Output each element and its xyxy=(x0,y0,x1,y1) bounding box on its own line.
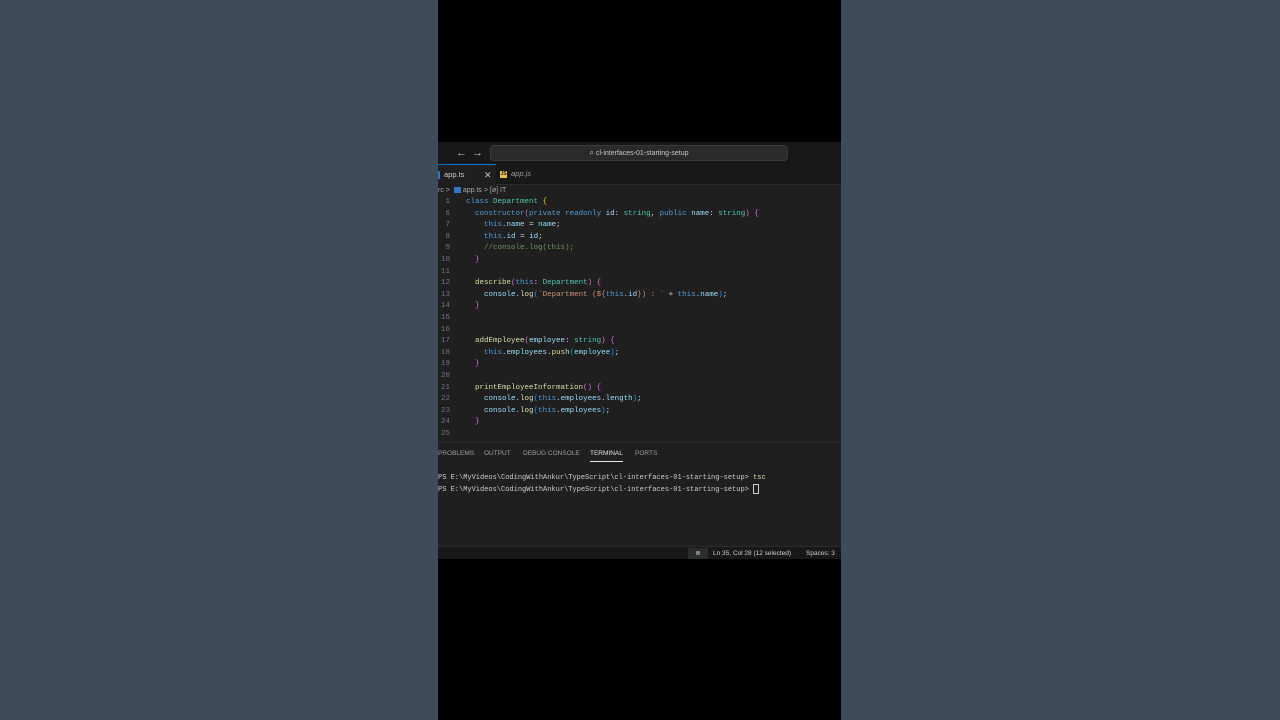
code-line[interactable]: 12 describe(this: Department) { xyxy=(438,278,841,290)
code-text: } xyxy=(475,302,480,311)
tab-app-js[interactable]: JS app.js xyxy=(500,164,568,184)
code-text: constructor(private readonly id: string,… xyxy=(475,209,759,218)
line-number: 19 xyxy=(440,360,450,369)
tab-terminal[interactable]: TERMINAL xyxy=(590,447,623,462)
code-line[interactable]: 14 } xyxy=(438,301,841,313)
zoom-icon[interactable]: ⊕ xyxy=(688,548,708,559)
code-line[interactable]: 19 } xyxy=(438,359,841,371)
line-number: 6 xyxy=(445,209,450,218)
code-line[interactable]: 6 constructor(private readonly id: strin… xyxy=(438,209,841,221)
tab-label: app.js xyxy=(511,169,532,178)
line-number: 8 xyxy=(445,232,450,241)
tab-ports[interactable]: PORTS xyxy=(635,447,657,461)
code-editor[interactable]: 1 class Department { 6 constructor(private… xyxy=(438,197,841,442)
code-line[interactable]: 20 xyxy=(438,371,841,383)
back-arrow-icon[interactable]: ← xyxy=(456,145,467,161)
javascript-file-icon: JS xyxy=(500,170,507,178)
terminal-prompt: PS E:\MyVideos\CodingWithAnkur\TypeScrip… xyxy=(438,474,754,482)
line-number: 15 xyxy=(440,314,450,322)
line-number: 14 xyxy=(440,302,450,311)
search-icon: ⌕ xyxy=(589,148,594,157)
line-number: 23 xyxy=(440,406,450,415)
line-number: 20 xyxy=(440,372,450,380)
terminal-prompt: PS E:\MyVideos\CodingWithAnkur\TypeScrip… xyxy=(438,485,754,494)
tab-app-ts[interactable]: app.ts ✕ xyxy=(438,164,496,185)
code-text: this.id = id; xyxy=(484,232,543,241)
code-text: class Department { xyxy=(466,198,548,206)
code-line[interactable]: 9 //console.log(this); xyxy=(438,243,841,255)
tab-problems[interactable]: PROBLEMS xyxy=(438,447,474,461)
line-number: 13 xyxy=(440,290,450,299)
terminal-output[interactable]: PS E:\MyVideos\CodingWithAnkur\TypeScrip… xyxy=(438,473,766,496)
line-number: 12 xyxy=(440,279,450,288)
code-line[interactable]: 21 printEmployeeInformation() { xyxy=(438,383,841,395)
vscode-window: ← → ⌕ cl-interfaces-01-starting-setup app… xyxy=(438,142,841,559)
line-number: 21 xyxy=(440,383,450,392)
breadcrumb-separator: > xyxy=(483,187,488,194)
code-line[interactable]: 23 console.log(this.employees); xyxy=(438,406,841,418)
line-number: 25 xyxy=(440,430,450,438)
command-center-label: cl-interfaces-01-starting-setup xyxy=(595,150,689,157)
status-bar: ⊕ Ln 35, Col 28 (12 selected) Spaces: 3 xyxy=(438,546,841,559)
code-line[interactable]: 22 console.log(this.employees.length); xyxy=(438,394,841,406)
code-text: console.log(this.employees.length); xyxy=(484,395,642,404)
close-icon[interactable]: ✕ xyxy=(484,165,492,185)
line-number: 1 xyxy=(445,198,450,206)
breadcrumb: rc > app.ts > [ø] IT xyxy=(438,185,841,197)
code-line[interactable]: 8 this.id = id; xyxy=(438,232,841,244)
tab-output[interactable]: OUTPUT xyxy=(484,447,511,461)
indentation-setting[interactable]: Spaces: 3 xyxy=(806,547,835,559)
code-text: } xyxy=(475,256,480,264)
code-line[interactable]: 17 addEmployee(employee: string) { xyxy=(438,336,841,348)
terminal-command: tsc xyxy=(753,474,766,482)
code-text: //console.log(this); xyxy=(484,244,575,253)
video-frame: ← → ⌕ cl-interfaces-01-starting-setup app… xyxy=(438,0,841,720)
code-line[interactable]: 25 xyxy=(438,429,841,441)
code-line[interactable]: 18 this.employees.push(employee); xyxy=(438,348,841,360)
code-line[interactable]: 1 class Department { xyxy=(438,197,841,209)
breadcrumb-file[interactable]: app.ts xyxy=(463,187,482,194)
tab-label: app.ts xyxy=(444,170,465,179)
line-number: 22 xyxy=(440,395,450,404)
editor-tabs: app.ts ✕ JS app.js xyxy=(438,164,841,185)
code-text: } xyxy=(475,418,480,427)
breadcrumb-folder[interactable]: rc xyxy=(438,187,444,194)
code-text: this.employees.push(employee); xyxy=(484,348,620,357)
typescript-file-icon xyxy=(438,171,440,179)
code-text: } xyxy=(475,360,480,369)
right-backdrop xyxy=(841,0,1280,720)
line-number: 11 xyxy=(440,267,450,276)
code-line[interactable]: 7 this.name = name; xyxy=(438,220,841,232)
line-number: 18 xyxy=(440,348,450,357)
title-bar: ← → ⌕ cl-interfaces-01-starting-setup xyxy=(438,142,841,164)
typescript-file-icon xyxy=(453,187,461,194)
tab-debug-console[interactable]: DEBUG CONSOLE xyxy=(523,447,580,461)
code-line[interactable]: 10 } xyxy=(438,255,841,267)
code-line[interactable]: 11 xyxy=(438,267,841,279)
code-line[interactable]: 24 } xyxy=(438,417,841,429)
code-text: describe(this: Department) { xyxy=(475,279,602,288)
breadcrumb-separator: > xyxy=(445,187,450,194)
line-number: 16 xyxy=(440,325,450,334)
code-text: printEmployeeInformation() { xyxy=(475,383,602,392)
code-text: addEmployee(employee: string) { xyxy=(475,337,615,346)
cursor-position[interactable]: Ln 35, Col 28 (12 selected) xyxy=(713,547,791,559)
line-number: 17 xyxy=(440,337,450,346)
code-line[interactable]: 16 xyxy=(438,325,841,337)
bottom-panel: PROBLEMS OUTPUT DEBUG CONSOLE TERMINAL P… xyxy=(438,442,841,547)
code-line[interactable]: 13 console.log(`Department (${this.id}) … xyxy=(438,290,841,302)
line-number: 24 xyxy=(440,418,450,427)
line-number: 7 xyxy=(445,221,450,230)
command-center-search[interactable]: ⌕ cl-interfaces-01-starting-setup xyxy=(490,145,788,161)
line-number: 10 xyxy=(440,256,450,264)
code-text: console.log(`Department (${this.id}) : `… xyxy=(484,290,728,299)
line-number: 9 xyxy=(445,244,450,253)
forward-arrow-icon[interactable]: → xyxy=(472,145,483,161)
left-backdrop xyxy=(0,0,438,720)
terminal-cursor xyxy=(753,484,760,494)
code-text: console.log(this.employees); xyxy=(484,406,611,415)
code-text: this.name = name; xyxy=(484,221,561,230)
breadcrumb-symbol[interactable]: [ø] IT xyxy=(490,187,506,194)
code-line[interactable]: 15 xyxy=(438,313,841,325)
